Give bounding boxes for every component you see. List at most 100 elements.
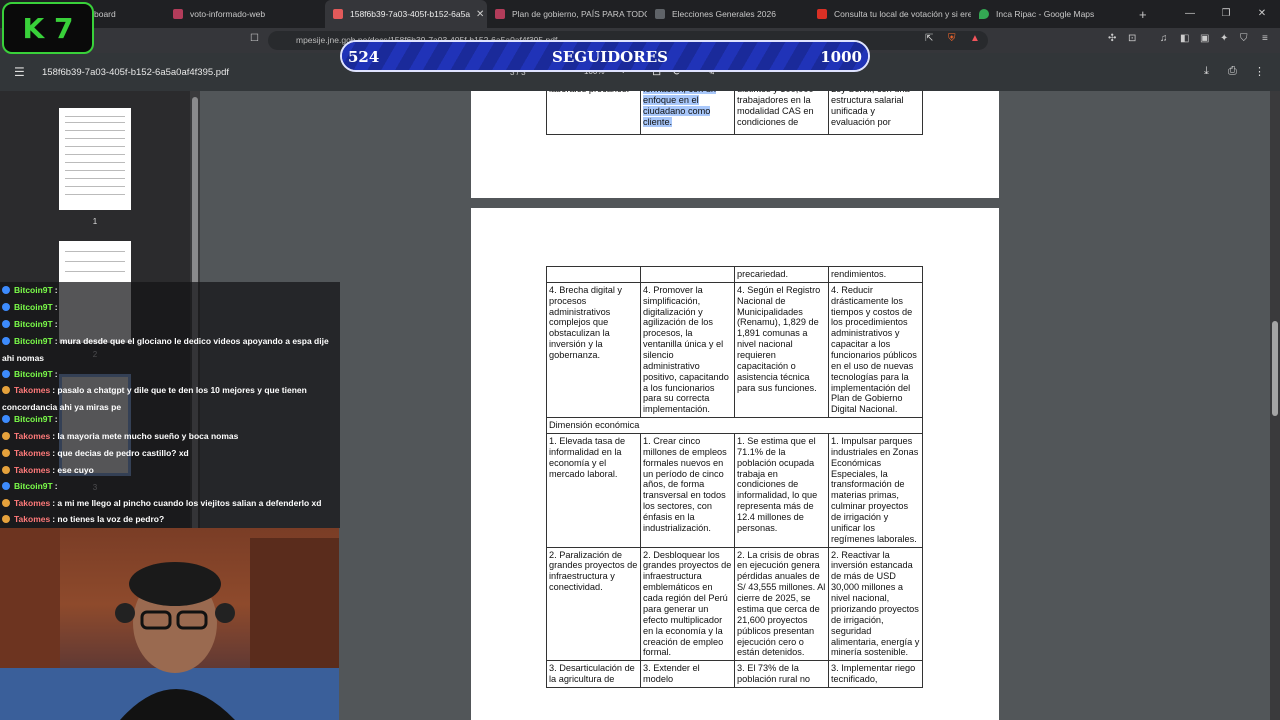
user-badge-icon xyxy=(2,432,10,440)
user-badge-icon xyxy=(2,515,10,523)
table-cell: 4. Reducir drásticamente los tiempos y c… xyxy=(828,281,923,419)
bookmark-icon[interactable]: ☐ xyxy=(250,33,259,44)
tab-consulta-local[interactable]: Consulta tu local de votación y si ere xyxy=(809,0,971,28)
followers-label: SEGUIDORES xyxy=(552,48,668,66)
chat-username: Takomes xyxy=(14,465,51,475)
close-window-icon[interactable]: ✕ xyxy=(1244,0,1280,28)
more-options-icon[interactable]: ⋮ xyxy=(1254,65,1265,78)
table-cell: 3. Extender el modelo xyxy=(640,660,735,688)
vpn-icon[interactable]: ⛉ xyxy=(1240,33,1248,44)
table-row: 3. Desarticulación de la agricultura de … xyxy=(546,660,923,688)
tab-label: Plan de gobierno, PAÍS PARA TODOS xyxy=(512,9,647,19)
tab-label: 158f6b39-7a03-405f-b152-6a5a xyxy=(350,9,471,19)
chat-message: Takomes: a mi me llego al pincho cuando … xyxy=(2,495,338,512)
leo-icon[interactable]: ✦ xyxy=(1220,33,1228,44)
chat-message: Bitcoin9T: xyxy=(2,366,338,383)
wallet-icon[interactable]: ▣ xyxy=(1200,33,1209,44)
table-row: precariedad. rendimientos. xyxy=(546,266,923,283)
thumbnail-page-1[interactable] xyxy=(59,108,131,210)
tab-active-pdf[interactable]: 158f6b39-7a03-405f-b152-6a5a ✕ xyxy=(325,0,487,28)
dimension-header: Dimensión económica xyxy=(546,417,923,435)
screenshot-icon[interactable]: ⊡ xyxy=(1128,33,1136,44)
table-cell: 2. Reactivar la inversión estancada de m… xyxy=(828,546,923,662)
thumbnail-label: 1 xyxy=(92,217,98,226)
user-badge-icon xyxy=(2,482,10,490)
table-cell: 3. El 73% de la población rural no xyxy=(734,660,829,688)
tab-label: board xyxy=(94,9,116,19)
media-icon[interactable]: ♫ xyxy=(1160,33,1168,44)
user-badge-icon xyxy=(2,499,10,507)
chat-username: Bitcoin9T xyxy=(14,481,53,491)
table-cell: 1. Impulsar parques industriales en Zona… xyxy=(828,433,923,548)
map-pin-icon xyxy=(979,9,989,19)
chat-username: Takomes xyxy=(14,498,51,508)
table-cell xyxy=(640,266,735,283)
tab-plan-gobierno[interactable]: Plan de gobierno, PAÍS PARA TODOS xyxy=(487,0,647,28)
chat-text: : la mayoria mete mucho sueño y boca nom… xyxy=(52,431,239,441)
new-tab-button[interactable]: + xyxy=(1131,0,1155,28)
extensions-icon[interactable]: ✣ xyxy=(1108,33,1116,44)
chat-text: : xyxy=(54,319,58,329)
chat-text: : ese cuyo xyxy=(52,465,94,475)
chat-text: : que decias de pedro castillo? xd xyxy=(52,448,189,458)
chat-username: Bitcoin9T xyxy=(14,319,53,329)
user-badge-icon xyxy=(2,449,10,457)
minimize-icon[interactable]: — xyxy=(1172,0,1208,28)
table-cell: rendimientos. xyxy=(828,266,923,283)
table-cell: 3. Desarticulación de la agricultura de xyxy=(546,660,641,688)
chat-message: Bitcoin9T: mura desde que el glociano le… xyxy=(2,333,338,366)
tab-voto-informado[interactable]: voto-informado-web xyxy=(165,0,325,28)
webcam-feed xyxy=(0,528,339,720)
menu-icon[interactable]: ☰ xyxy=(14,65,25,79)
tab-bar: board voto-informado-web 158f6b39-7a03-4… xyxy=(0,0,1280,28)
maximize-icon[interactable]: ❐ xyxy=(1208,0,1244,28)
followers-goal-banner: 524 SEGUIDORES 1000 xyxy=(340,40,870,72)
table-cell: 4. Brecha digital y procesos administrat… xyxy=(546,281,641,419)
browser-menu-icon[interactable]: ≡ xyxy=(1262,33,1268,44)
tab-label: Elecciones Generales 2026 xyxy=(672,9,776,19)
selected-text[interactable]: formación, con un enfoque en el ciudadan… xyxy=(643,91,717,127)
favicon-icon xyxy=(173,9,183,19)
user-badge-icon xyxy=(2,370,10,378)
favicon-icon xyxy=(817,9,827,19)
pdf-filename: 158f6b39-7a03-405f-b152-6a5a0af4f395.pdf xyxy=(42,67,229,78)
tab-label: Consulta tu local de votación y si ere xyxy=(834,9,971,19)
brave-shield-icon[interactable]: ⛨ xyxy=(948,33,956,44)
share-icon[interactable]: ⇱ xyxy=(925,33,933,44)
print-icon[interactable]: ⎙ xyxy=(1228,65,1237,78)
tab-elecciones[interactable]: Elecciones Generales 2026 xyxy=(647,0,809,28)
chat-message: Takomes: que decias de pedro castillo? x… xyxy=(2,445,338,462)
table-row: laborales precarios. formación, con un e… xyxy=(546,91,923,135)
user-badge-icon xyxy=(2,286,10,294)
chat-username: Bitcoin9T xyxy=(14,336,53,346)
close-tab-icon[interactable]: ✕ xyxy=(470,9,484,20)
chat-text: : xyxy=(54,369,58,379)
chat-message: Takomes: ese cuyo xyxy=(2,462,338,479)
sidebar-toggle-icon[interactable]: ◧ xyxy=(1180,33,1189,44)
chat-message: Takomes: no tienes la voz de pedro? xyxy=(2,511,338,528)
favicon-icon xyxy=(495,9,505,19)
table-cell: 1. Elevada tasa de informalidad en la ec… xyxy=(546,433,641,548)
table-row: 2. Paralización de grandes proyectos de … xyxy=(546,546,923,662)
user-badge-icon xyxy=(2,337,10,345)
download-icon[interactable]: ⤓ xyxy=(1204,65,1209,78)
table-cell: 2. La crisis de obras en ejecución gener… xyxy=(734,546,829,662)
chat-text: : xyxy=(54,481,58,491)
pdf-scrollbar[interactable] xyxy=(1270,91,1280,720)
favicon-icon xyxy=(655,9,665,19)
table-cell: formación, con un enfoque en el ciudadan… xyxy=(640,91,735,135)
chat-username: Bitcoin9T xyxy=(14,302,53,312)
tab-google-maps[interactable]: Inca Ripac - Google Maps xyxy=(971,0,1131,28)
chat-username: Takomes xyxy=(14,385,51,395)
table-cell: distintos y 300,000 trabajadores en la m… xyxy=(734,91,829,135)
chat-message: Bitcoin9T: xyxy=(2,282,338,299)
chat-username: Bitcoin9T xyxy=(14,414,53,424)
user-badge-icon xyxy=(2,466,10,474)
user-badge-icon xyxy=(2,303,10,311)
table-cell: 1. Se estima que el 71.1% de la població… xyxy=(734,433,829,548)
rewards-icon[interactable]: ▲ xyxy=(970,33,980,44)
table-cell: 4. Promover la simplificación, digitaliz… xyxy=(640,281,735,419)
table-row: 4. Brecha digital y procesos administrat… xyxy=(546,281,923,419)
chat-text: : xyxy=(54,285,58,295)
chat-text: : a mi me llego al pincho cuando los vie… xyxy=(52,498,322,508)
